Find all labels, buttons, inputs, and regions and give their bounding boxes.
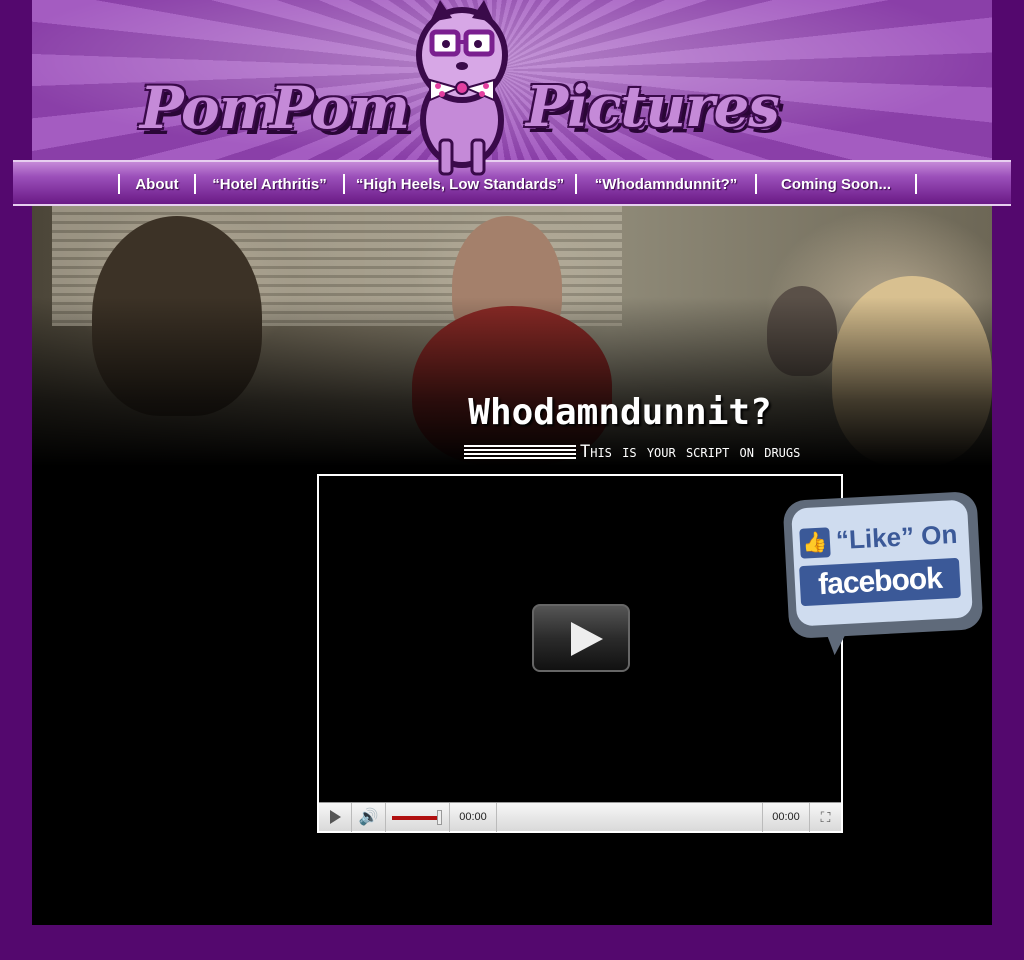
mute-button[interactable]: 🔊 xyxy=(352,802,386,832)
player-controls: 🔊 00:00 00:00 ⛶ xyxy=(319,802,841,832)
like-on-text: “Like” On xyxy=(835,518,959,556)
thumbs-up-icon: 👍 xyxy=(799,527,831,559)
logo-word-pictures[interactable]: Pictures xyxy=(526,74,780,140)
play-icon xyxy=(571,622,603,656)
logo-word-pom-2[interactable]: Pom xyxy=(270,74,410,142)
nav-item-whodamndunnit[interactable]: “Whodamndunnit?” xyxy=(577,176,755,193)
film-title: Whodamndunnit? xyxy=(468,392,772,433)
person-left xyxy=(92,216,262,416)
page-frame: Pom Pom Pictures Whodamndunnit? This is … xyxy=(32,0,992,925)
pomeranian-mascot-logo[interactable] xyxy=(392,0,532,178)
tagline-row: This is your script on drugs xyxy=(464,440,834,464)
fullscreen-icon: ⛶ xyxy=(820,808,831,825)
speaker-icon: 🔊 xyxy=(358,809,379,826)
volume-knob[interactable] xyxy=(437,809,442,825)
person-right xyxy=(832,276,992,466)
nav-item-coming-soon[interactable]: Coming Soon... xyxy=(757,176,915,193)
volume-level-bar xyxy=(392,815,441,820)
play-icon xyxy=(329,810,341,824)
seek-bar[interactable] xyxy=(496,802,763,832)
current-time: 00:00 xyxy=(459,811,487,823)
facebook-logo: facebook xyxy=(799,557,961,607)
logo-word-pom-1[interactable]: Pom xyxy=(140,74,280,142)
control-play-button[interactable] xyxy=(319,802,352,832)
film-tagline: This is your script on drugs xyxy=(580,442,801,462)
nav-item-about[interactable]: About xyxy=(120,176,194,193)
mannequin-head xyxy=(767,286,837,376)
nav-item-high-heels-low-standards[interactable]: “High Heels, Low Standards” xyxy=(345,176,575,193)
nav-item-hotel-arthritis[interactable]: “Hotel Arthritis” xyxy=(196,176,343,193)
window-blinds xyxy=(52,206,622,326)
duration-time: 00:00 xyxy=(772,811,800,823)
big-play-button[interactable] xyxy=(532,604,630,672)
facebook-like-badge[interactable]: 👍 “Like” On facebook xyxy=(782,491,984,660)
fullscreen-button[interactable]: ⛶ xyxy=(809,802,841,832)
nav-separator xyxy=(915,174,917,194)
volume-slider[interactable] xyxy=(386,802,450,832)
video-player[interactable]: 🔊 00:00 00:00 ⛶ xyxy=(317,474,843,833)
person-center xyxy=(452,216,562,356)
tagline-decoration xyxy=(464,445,576,459)
